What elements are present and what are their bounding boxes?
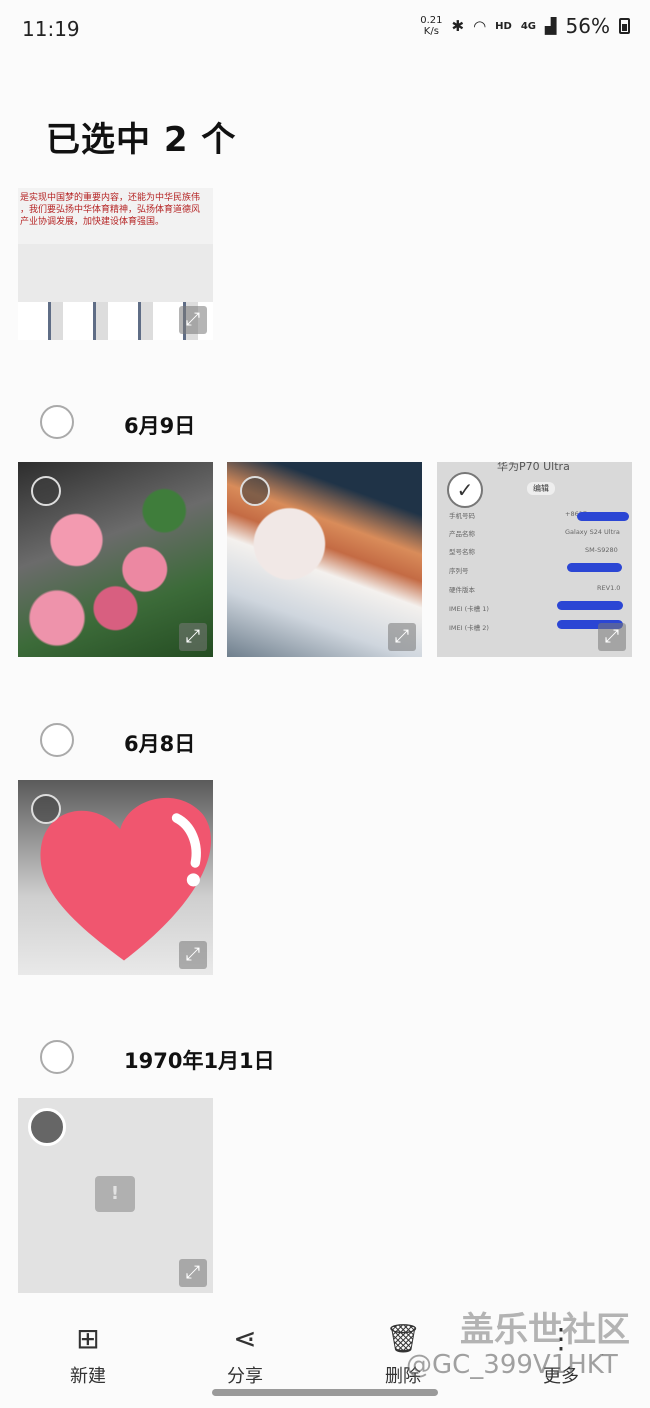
bluetooth-icon: ✱ [451,17,465,35]
checkmark-icon[interactable]: ✓ [447,472,483,508]
battery-percent: 56% [565,14,610,38]
group-select-circle[interactable] [40,723,74,757]
photo-thumbnail-broken[interactable]: ! ⤢ [18,1098,213,1293]
page-title: 已选中 2 个 [46,120,237,160]
photo-thumbnail-heart[interactable]: ⤢ [18,780,213,975]
photo-thumbnail[interactable]: 是实现中国梦的重要内容，还能为中华民族伟 ，我们要弘扬中华体育精神，弘扬体育道德… [18,188,213,340]
expand-icon[interactable]: ⤢ [179,941,207,969]
select-circle[interactable] [28,1108,66,1146]
expand-icon[interactable]: ⤢ [388,623,416,651]
new-video-icon: ⊞ [76,1322,100,1355]
network-type: 4G [520,20,536,32]
photo-thumbnail-phone-info[interactable]: 华为P70 Ultra 编辑 手机号码 +8617 产品名称 Galaxy S2… [437,462,632,657]
redaction-scribble [557,601,623,610]
redaction-scribble [577,512,629,521]
share-icon: ⋖ [233,1322,257,1355]
new-button[interactable]: ⊞ 新建 [43,1320,133,1388]
group-date: 6月9日 [124,414,196,438]
signal-icon: ▟ [545,17,557,35]
expand-icon[interactable]: ⤢ [179,1259,207,1287]
select-circle[interactable] [240,476,270,506]
share-button[interactable]: ⋖ 分享 [200,1320,290,1388]
photo-thumbnail-roses[interactable]: ⤢ [18,462,213,657]
expand-icon[interactable]: ⤢ [179,623,207,651]
status-bar: 11:19 0.21 K/s ✱ ◠ HD 4G ▟ 56% [0,0,650,60]
select-circle[interactable] [31,476,61,506]
redaction-scribble [567,563,622,572]
select-circle[interactable] [31,794,61,824]
group-date: 6月8日 [124,732,196,756]
group-select-circle[interactable] [40,1040,74,1074]
photo-thumbnail-mountain[interactable]: ⤢ [227,462,422,657]
phone-heading: 华为P70 Ultra [497,462,570,473]
image-banner-text: 是实现中国梦的重要内容，还能为中华民族伟 ，我们要弘扬中华体育精神，弘扬体育道德… [18,188,213,244]
group-select-circle[interactable] [40,405,74,439]
watermark-handle: @GC_399V1HKT [406,1350,618,1380]
watermark-title: 盖乐世社区 [460,1310,630,1350]
net-speed: 0.21 K/s [420,15,443,37]
hd-badge: HD [495,20,512,32]
status-time: 11:19 [22,17,80,41]
battery-icon [619,18,630,34]
broken-image-icon: ! [95,1176,135,1212]
expand-icon[interactable]: ⤢ [598,623,626,651]
expand-icon[interactable]: ⤢ [179,306,207,334]
phone-edit: 编辑 [527,482,555,495]
home-indicator[interactable] [212,1389,438,1396]
group-date: 1970年1月1日 [124,1049,275,1073]
wifi-icon: ◠ [473,17,487,35]
status-icons: 0.21 K/s ✱ ◠ HD 4G ▟ 56% [420,14,630,38]
